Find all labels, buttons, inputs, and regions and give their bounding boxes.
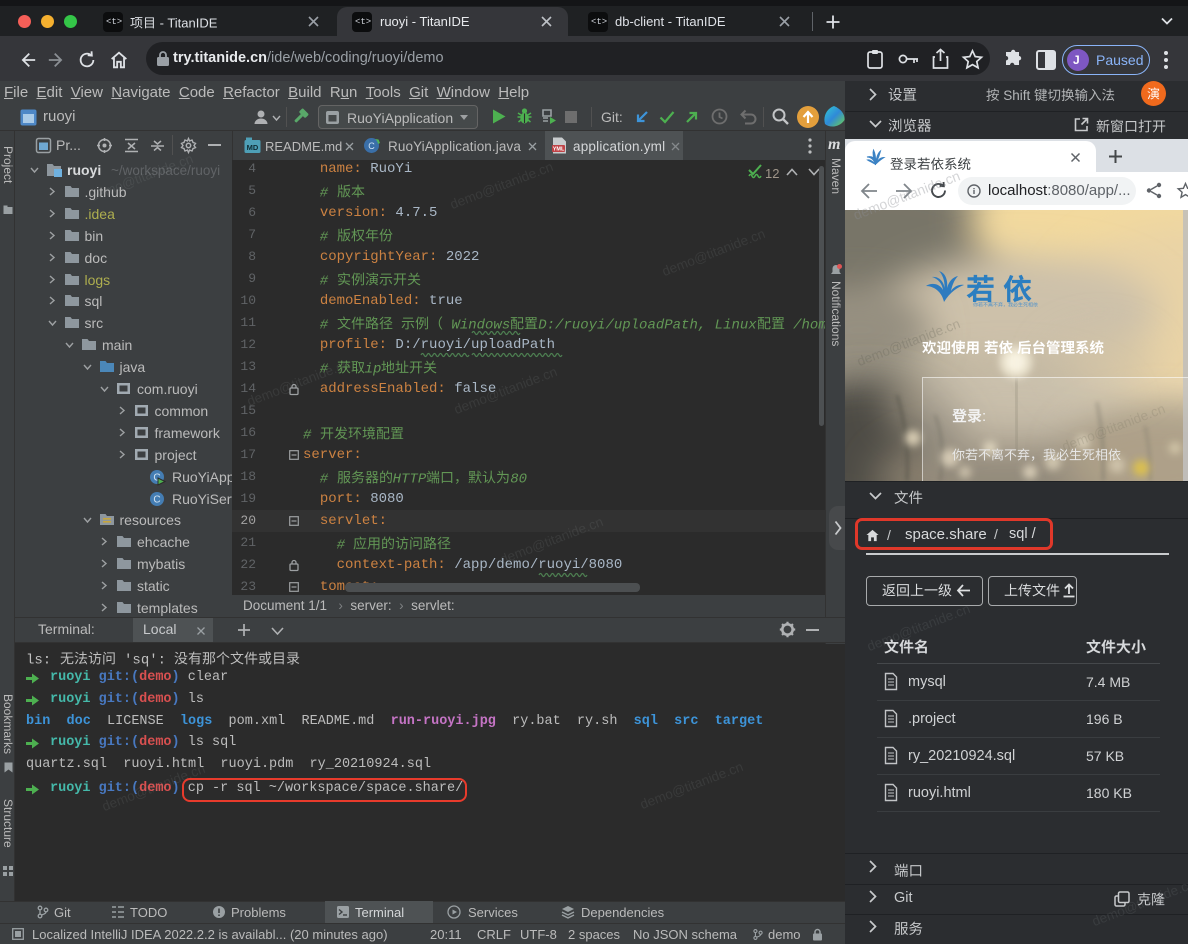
svg-text:C: C (153, 494, 160, 505)
svg-text:YML: YML (553, 147, 565, 153)
svg-text:C: C (368, 141, 375, 151)
svg-text:MD: MD (247, 143, 259, 152)
